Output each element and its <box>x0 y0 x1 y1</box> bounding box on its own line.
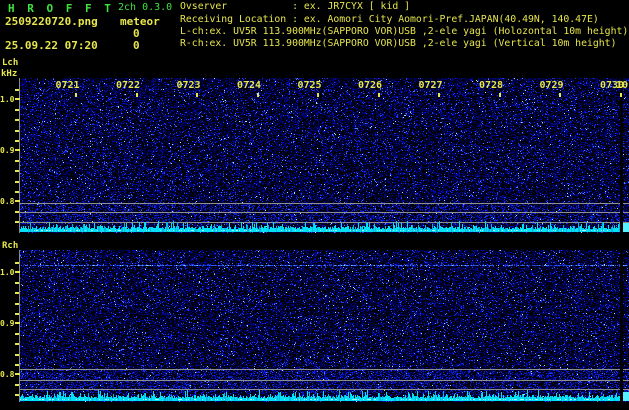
time-label: 0721 <box>55 80 80 91</box>
freq-label: 0.9 <box>0 319 15 328</box>
minute-tick <box>498 93 501 97</box>
rch-panel-label: Rch <box>2 241 19 251</box>
time-label: 0727 <box>418 80 443 91</box>
freq-label: 1.0 <box>0 95 15 104</box>
freq-minor-tick <box>15 130 19 132</box>
freq-minor-tick <box>15 221 19 223</box>
time-label-edge: 10 <box>615 80 629 91</box>
freq-minor-tick <box>15 211 19 213</box>
time-label: 0723 <box>176 80 201 91</box>
minute-tick <box>75 93 77 97</box>
freq-minor-tick <box>15 394 19 396</box>
lch-spectrogram-canvas <box>20 78 629 233</box>
minute-tick <box>256 93 259 97</box>
time-label: 0724 <box>236 80 262 91</box>
freq-minor-tick <box>15 384 19 386</box>
time-label: 0728 <box>478 80 504 91</box>
freq-minor-tick <box>15 354 19 356</box>
freq-minor-tick <box>15 181 19 183</box>
freq-major-tick <box>15 149 20 151</box>
freq-minor-tick <box>15 160 19 162</box>
lch-panel-label: Lch <box>2 58 19 68</box>
freq-label: 0.8 <box>0 370 15 379</box>
freq-major-tick <box>15 322 20 324</box>
freq-major-tick <box>15 373 20 375</box>
freq-minor-tick <box>15 282 19 284</box>
time-label: 0725 <box>297 80 322 91</box>
freq-minor-tick <box>15 262 19 264</box>
observer-info-line: Ovserver : ex. JR7CYX [ kid ] <box>180 1 411 12</box>
minute-tick <box>619 93 622 97</box>
minute-tick <box>317 93 319 97</box>
time-label: 0729 <box>539 80 564 91</box>
freq-minor-tick <box>15 313 19 315</box>
time-label: 0726 <box>357 80 383 91</box>
freq-label: 0.8 <box>0 197 15 206</box>
freq-minor-tick <box>15 364 19 366</box>
minute-tick <box>135 93 138 97</box>
minute-tick <box>559 93 561 97</box>
freq-label: 1.0 <box>0 268 15 277</box>
freq-minor-tick <box>15 343 19 345</box>
freq-minor-tick <box>15 191 19 193</box>
freq-major-tick <box>15 200 20 202</box>
time-label: 0722 <box>115 80 141 91</box>
rch-spectrogram-canvas <box>20 250 629 402</box>
lch-unit-label: kHz <box>1 69 18 79</box>
freq-label: 0.9 <box>0 146 15 155</box>
freq-minor-tick <box>15 333 19 335</box>
freq-minor-tick <box>15 170 19 172</box>
minute-tick <box>196 93 198 97</box>
freq-major-tick <box>15 98 20 100</box>
freq-minor-tick <box>15 140 19 142</box>
lch-axis-line <box>19 78 20 233</box>
observer-info-line: R-ch:ex. UV5R 113.900MHz(SAPPORO VOR)USB… <box>180 38 617 49</box>
freq-minor-tick <box>15 109 19 111</box>
freq-minor-tick <box>15 303 19 305</box>
freq-major-tick <box>15 271 20 273</box>
minute-tick <box>438 93 440 97</box>
observer-info-line: Receiving Location : ex. Aomori City Aom… <box>180 14 599 25</box>
freq-minor-tick <box>15 292 19 294</box>
hrofft-screenshot: H R O F F T 2ch 0.3.0 2509220720.png met… <box>0 0 629 410</box>
freq-minor-tick <box>15 89 19 91</box>
freq-minor-tick <box>15 119 19 121</box>
minute-tick <box>377 93 380 97</box>
observer-info-block: Ovserver : ex. JR7CYX [ kid ] Receiving L… <box>0 0 629 57</box>
observer-info-line: L-ch:ex. UV5R 113.900MHz(SAPPORO VOR)USB… <box>180 26 629 37</box>
